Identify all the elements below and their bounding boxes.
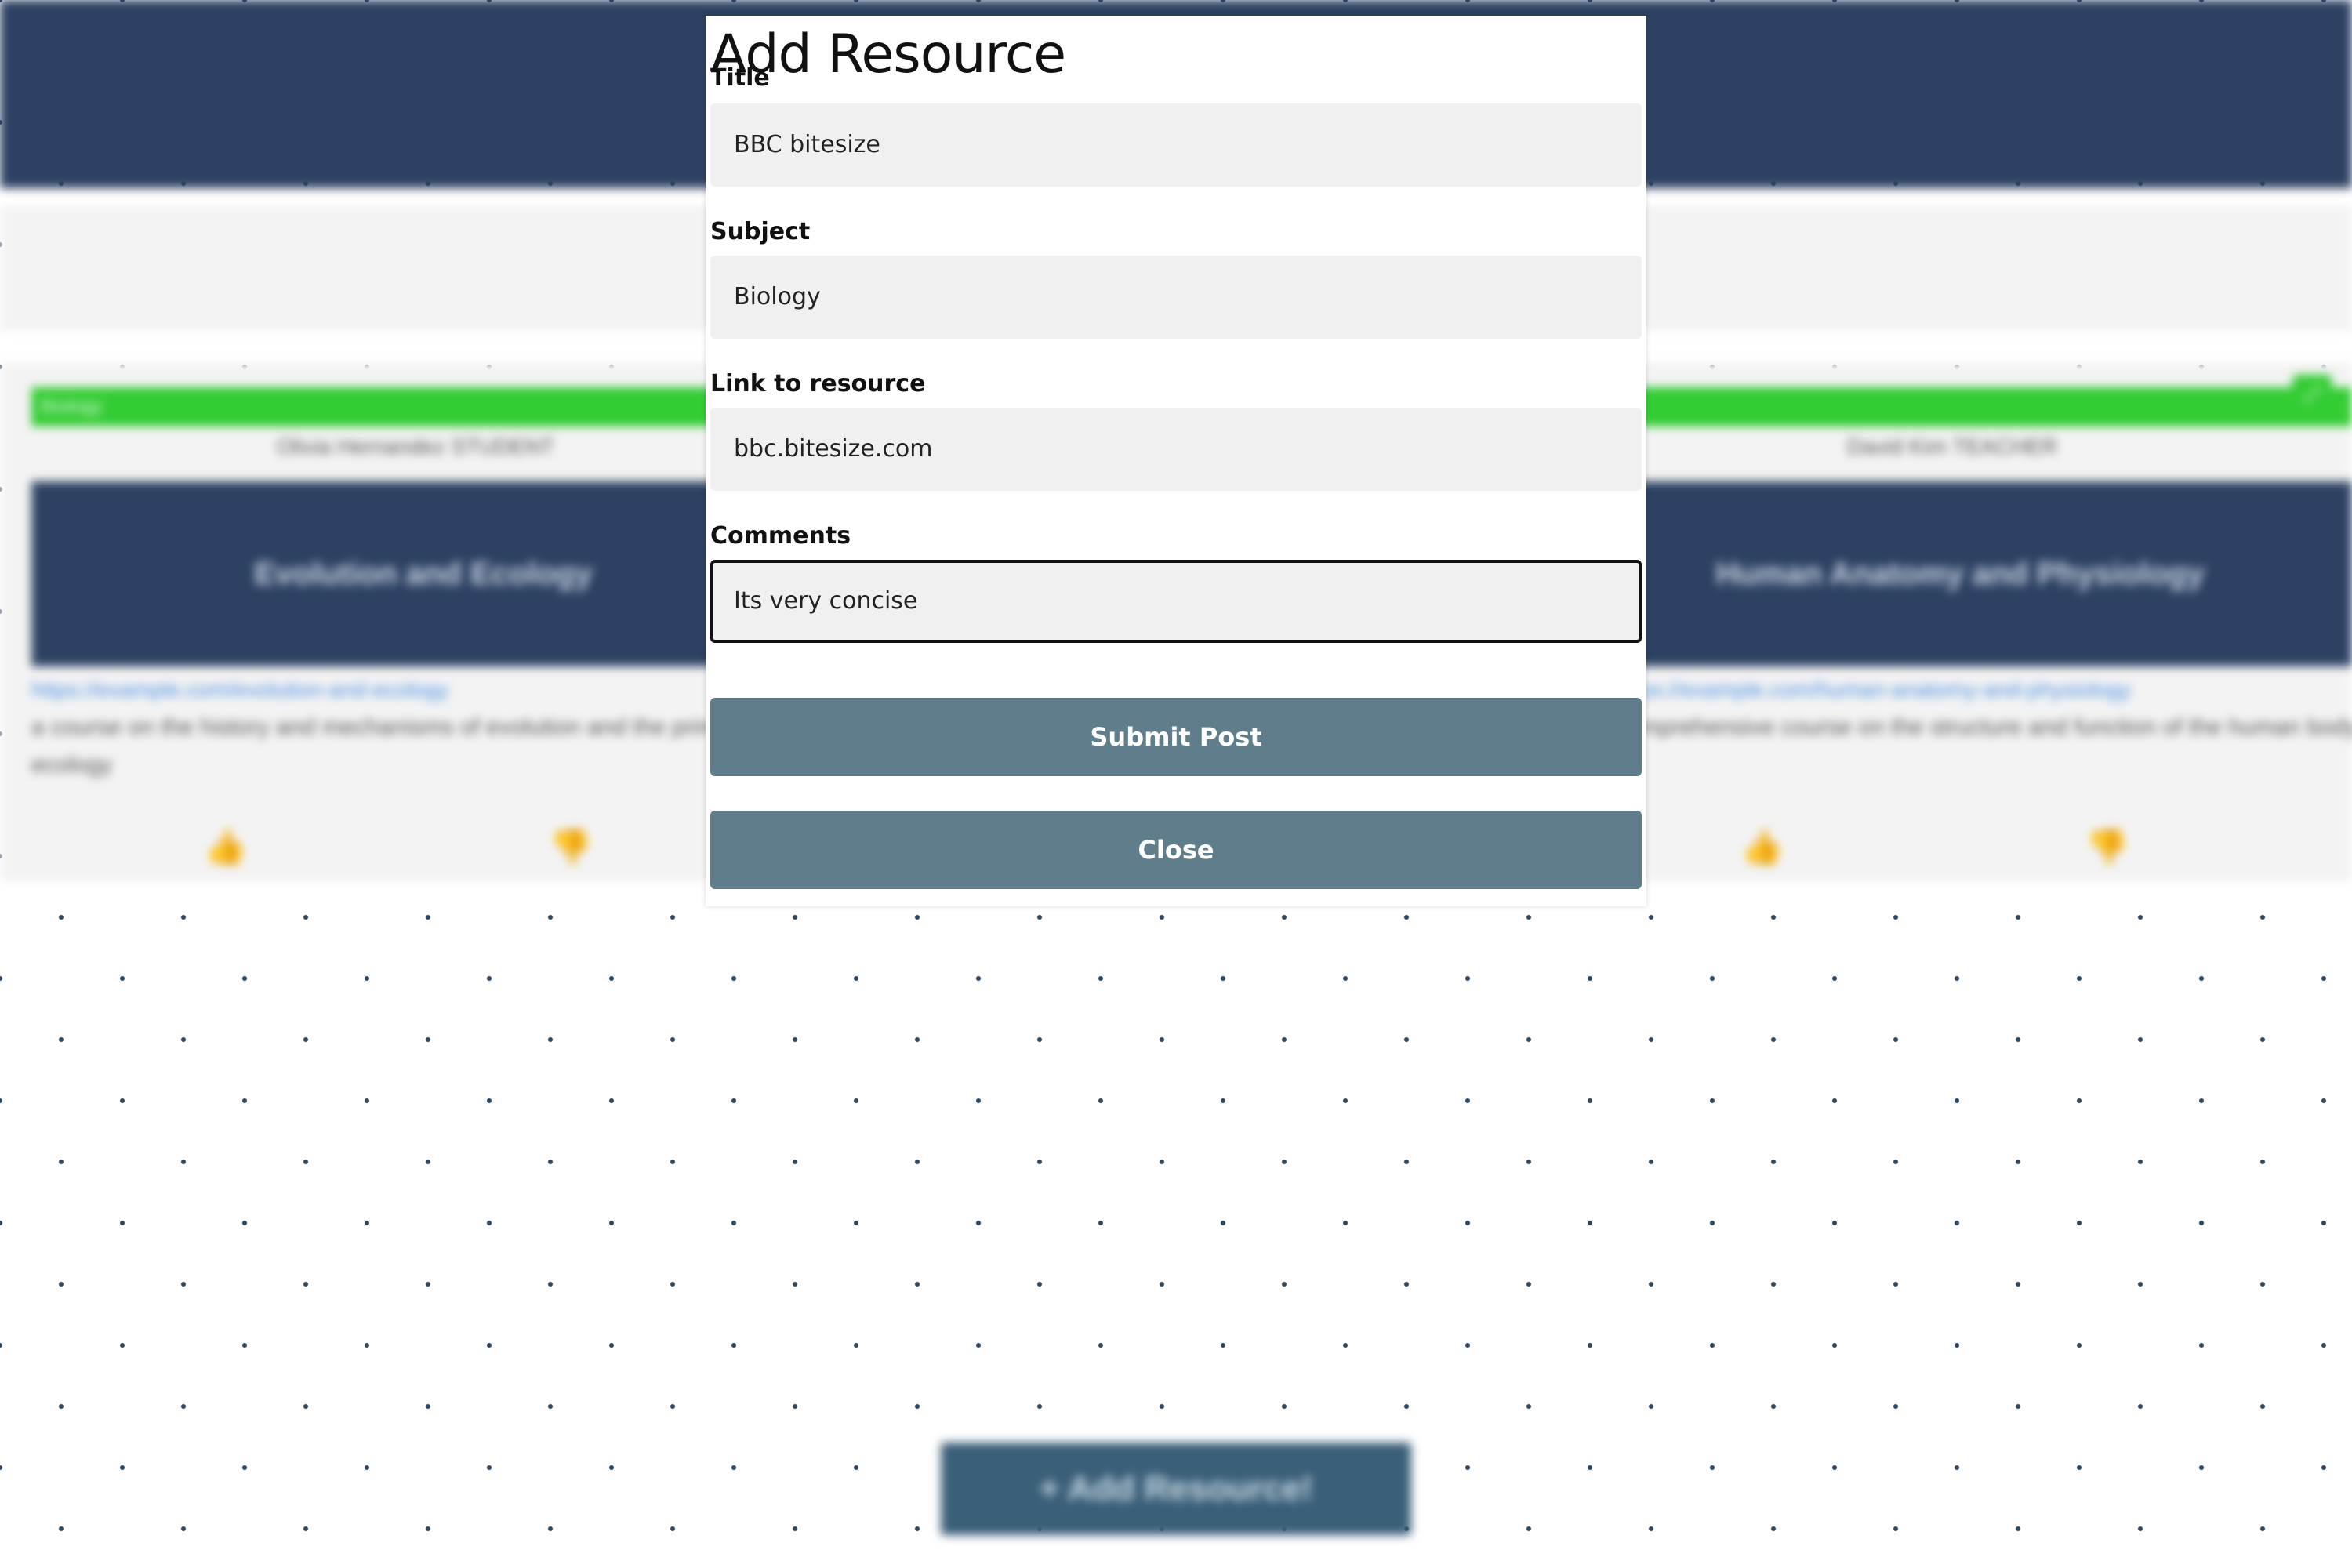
add-resource-button[interactable]: + Add Resource!: [941, 1443, 1411, 1535]
thumbs-up-icon[interactable]: 👍: [204, 826, 247, 867]
title-label: Title: [710, 64, 770, 92]
thumbs-up-icon[interactable]: 👍: [1740, 826, 1784, 867]
link-label: Link to resource: [710, 370, 926, 397]
resource-link[interactable]: https://example.com/evolution-and-ecolog…: [31, 677, 448, 702]
comments-label: Comments: [710, 522, 851, 550]
resource-link[interactable]: https://example.com/human-anatomy-and-ph…: [1615, 677, 2131, 702]
link-input[interactable]: bbc.bitesize.com: [710, 408, 1642, 491]
subject-tag: Biology: [1568, 387, 2352, 426]
card-author: David Kim TEACHER: [1846, 434, 2058, 459]
thumbs-down-icon[interactable]: 👎: [549, 826, 592, 867]
card-author: Olivia Hernandez STUDENT: [276, 434, 555, 459]
card-title: Evolution and Ecology: [31, 481, 815, 666]
subject-tag: Biology: [31, 387, 815, 426]
close-button[interactable]: Close: [710, 811, 1642, 889]
title-input[interactable]: BBC bitesize: [710, 103, 1642, 187]
expand-icon[interactable]: ⤢: [2292, 375, 2332, 414]
card-description: comprehensive course on the structure an…: [1615, 714, 2352, 740]
thumbs-down-icon[interactable]: 👎: [2085, 826, 2129, 867]
card-title: Human Anatomy and Physiology: [1568, 481, 2352, 666]
comments-input[interactable]: Its very concise: [710, 560, 1642, 643]
subject-input[interactable]: Biology: [710, 256, 1642, 339]
subject-label: Subject: [710, 218, 811, 245]
add-resource-modal: Add Resource Title BBC bitesize Subject …: [706, 16, 1646, 906]
card-description: a course on the history and mechanisms o…: [31, 714, 798, 778]
submit-post-button[interactable]: Submit Post: [710, 698, 1642, 776]
